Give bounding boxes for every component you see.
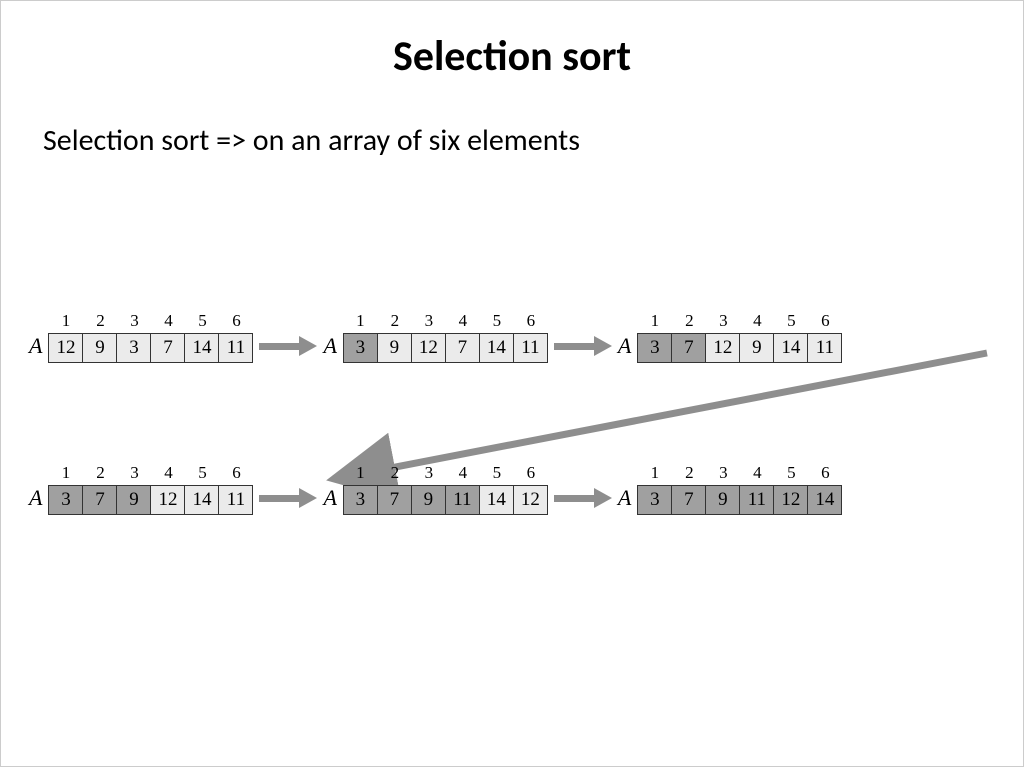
array-cell: 11 bbox=[739, 485, 774, 515]
sort-diagram: A 112 29 33 47 514 611 A 13 29 312 47 51… bbox=[29, 311, 999, 615]
array-step-2: A 13 29 312 47 514 611 bbox=[323, 311, 547, 363]
array-cell: 7 bbox=[377, 485, 412, 515]
array-cell: 9 bbox=[739, 333, 774, 363]
array-label: A bbox=[618, 485, 631, 515]
array-cell: 9 bbox=[705, 485, 740, 515]
arrow-right-icon bbox=[259, 483, 317, 513]
array-cell: 14 bbox=[773, 333, 808, 363]
array-step-3: A 13 27 312 49 514 611 bbox=[618, 311, 842, 363]
array-cell: 14 bbox=[184, 485, 219, 515]
array-cell: 7 bbox=[671, 333, 706, 363]
array-label: A bbox=[323, 485, 336, 515]
arrow-right-icon bbox=[554, 331, 612, 361]
array-cell: 3 bbox=[637, 333, 672, 363]
diagram-row: A 112 29 33 47 514 611 A 13 29 312 47 51… bbox=[29, 311, 999, 363]
array-cell: 12 bbox=[48, 333, 83, 363]
array-label: A bbox=[618, 333, 631, 363]
arrow-right-icon bbox=[259, 331, 317, 361]
array-cell: 9 bbox=[82, 333, 117, 363]
array-cell: 7 bbox=[82, 485, 117, 515]
array-cell: 9 bbox=[377, 333, 412, 363]
array-cell: 12 bbox=[773, 485, 808, 515]
array-cell: 14 bbox=[807, 485, 842, 515]
array-label: A bbox=[29, 485, 42, 515]
array-step-1: A 112 29 33 47 514 611 bbox=[29, 311, 253, 363]
array-cell: 11 bbox=[807, 333, 842, 363]
array-label: A bbox=[323, 333, 336, 363]
page-title: Selection sort bbox=[1, 1, 1023, 82]
array-cell: 9 bbox=[116, 485, 151, 515]
array-cell: 7 bbox=[445, 333, 480, 363]
arrow-right-icon bbox=[554, 483, 612, 513]
array-cell: 3 bbox=[116, 333, 151, 363]
array-cell: 3 bbox=[48, 485, 83, 515]
array-cell: 7 bbox=[150, 333, 185, 363]
array-cell: 7 bbox=[671, 485, 706, 515]
array-cell: 12 bbox=[150, 485, 185, 515]
array-cell: 3 bbox=[343, 485, 378, 515]
array-step-4: A 13 27 39 412 514 611 bbox=[29, 463, 253, 515]
array-cell: 11 bbox=[218, 485, 253, 515]
array-step-5: A 13 27 39 411 514 612 bbox=[323, 463, 547, 515]
array-cell: 11 bbox=[513, 333, 548, 363]
page-subtitle: Selection sort => on an array of six ele… bbox=[1, 82, 1023, 159]
array-cell: 12 bbox=[411, 333, 446, 363]
diagram-row: A 13 27 39 412 514 611 A 13 27 39 411 51… bbox=[29, 463, 999, 515]
array-cell: 3 bbox=[343, 333, 378, 363]
array-cell: 14 bbox=[184, 333, 219, 363]
array-cell: 12 bbox=[513, 485, 548, 515]
array-cell: 14 bbox=[479, 485, 514, 515]
array-step-6: A 13 27 39 411 512 614 bbox=[618, 463, 842, 515]
array-cell: 9 bbox=[411, 485, 446, 515]
array-cell: 11 bbox=[445, 485, 480, 515]
array-cell: 11 bbox=[218, 333, 253, 363]
array-cell: 3 bbox=[637, 485, 672, 515]
array-label: A bbox=[29, 333, 42, 363]
array-cell: 12 bbox=[705, 333, 740, 363]
array-cell: 14 bbox=[479, 333, 514, 363]
